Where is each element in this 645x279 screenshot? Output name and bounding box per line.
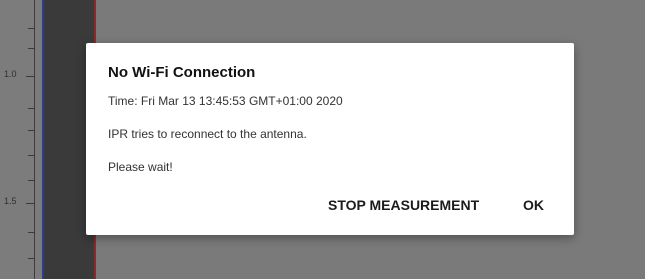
stop-measurement-button[interactable]: STOP MEASUREMENT [322, 193, 485, 217]
ruler-tick [28, 155, 35, 156]
ruler-tick [26, 203, 35, 204]
depth-ruler: 1.0 1.5 [0, 0, 42, 279]
dialog-title: No Wi-Fi Connection [108, 64, 256, 81]
ruler-tick [28, 232, 35, 233]
dialog-wait-text: Please wait! [108, 160, 173, 174]
ruler-label: 1.5 [4, 196, 17, 206]
ruler-tick [28, 108, 35, 109]
dialog-time-text: Time: Fri Mar 13 13:45:53 GMT+01:00 2020 [108, 94, 343, 108]
no-wifi-dialog: No Wi-Fi Connection Time: Fri Mar 13 13:… [86, 43, 574, 235]
ruler-tick [28, 258, 35, 259]
dialog-message: IPR tries to reconnect to the antenna. [108, 127, 307, 141]
ruler-tick [28, 130, 35, 131]
ruler-axis-line [34, 0, 35, 279]
ruler-tick [28, 48, 35, 49]
ruler-tick [26, 76, 35, 77]
ruler-tick [28, 28, 35, 29]
ok-button[interactable]: OK [517, 193, 550, 217]
ruler-tick [28, 180, 35, 181]
ruler-label: 1.0 [4, 69, 17, 79]
